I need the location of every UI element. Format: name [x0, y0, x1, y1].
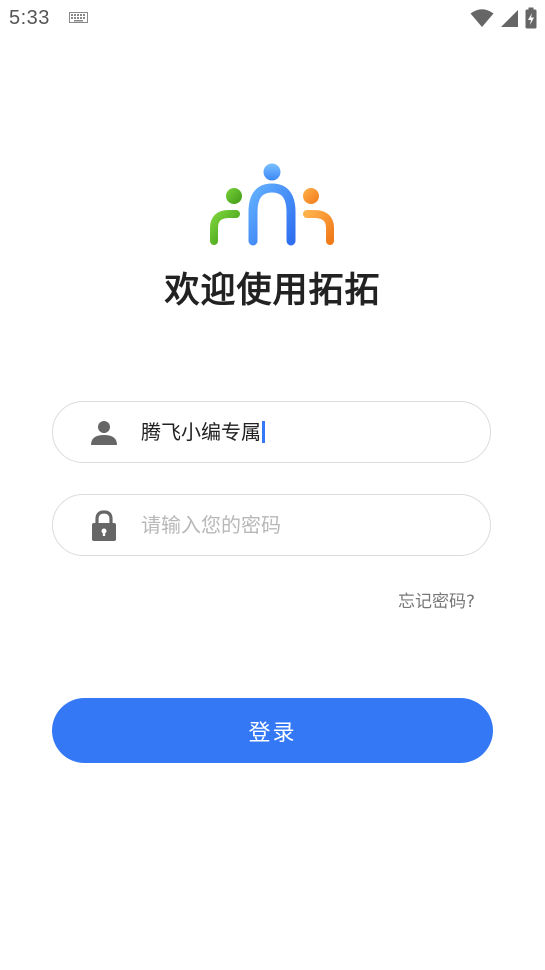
text-caret [262, 421, 265, 443]
people-logo-icon [210, 163, 334, 246]
username-input[interactable]: 腾飞小编专属 [141, 402, 265, 462]
wifi-icon [470, 9, 494, 27]
battery-charging-icon [525, 7, 537, 29]
password-field[interactable] [52, 494, 491, 556]
forgot-password-link[interactable]: 忘记密码? [398, 587, 475, 612]
login-button[interactable]: 登录 [52, 698, 493, 763]
signal-icon [501, 9, 518, 27]
welcome-title: 欢迎使用拓拓 [164, 271, 381, 311]
status-time: 5:33 [9, 7, 50, 29]
status-bar: 5:33 [0, 0, 545, 38]
username-field[interactable]: 腾飞小编专属 [52, 401, 491, 463]
lock-icon [92, 510, 116, 541]
password-input[interactable] [141, 495, 461, 555]
login-screen: 5:33 欢迎使用拓拓 腾飞小编专属 忘记密码? 登录 [0, 0, 545, 970]
status-icons [470, 7, 537, 29]
keyboard-icon [69, 12, 88, 23]
username-value: 腾飞小编专属 [141, 420, 261, 444]
user-icon [91, 421, 117, 445]
